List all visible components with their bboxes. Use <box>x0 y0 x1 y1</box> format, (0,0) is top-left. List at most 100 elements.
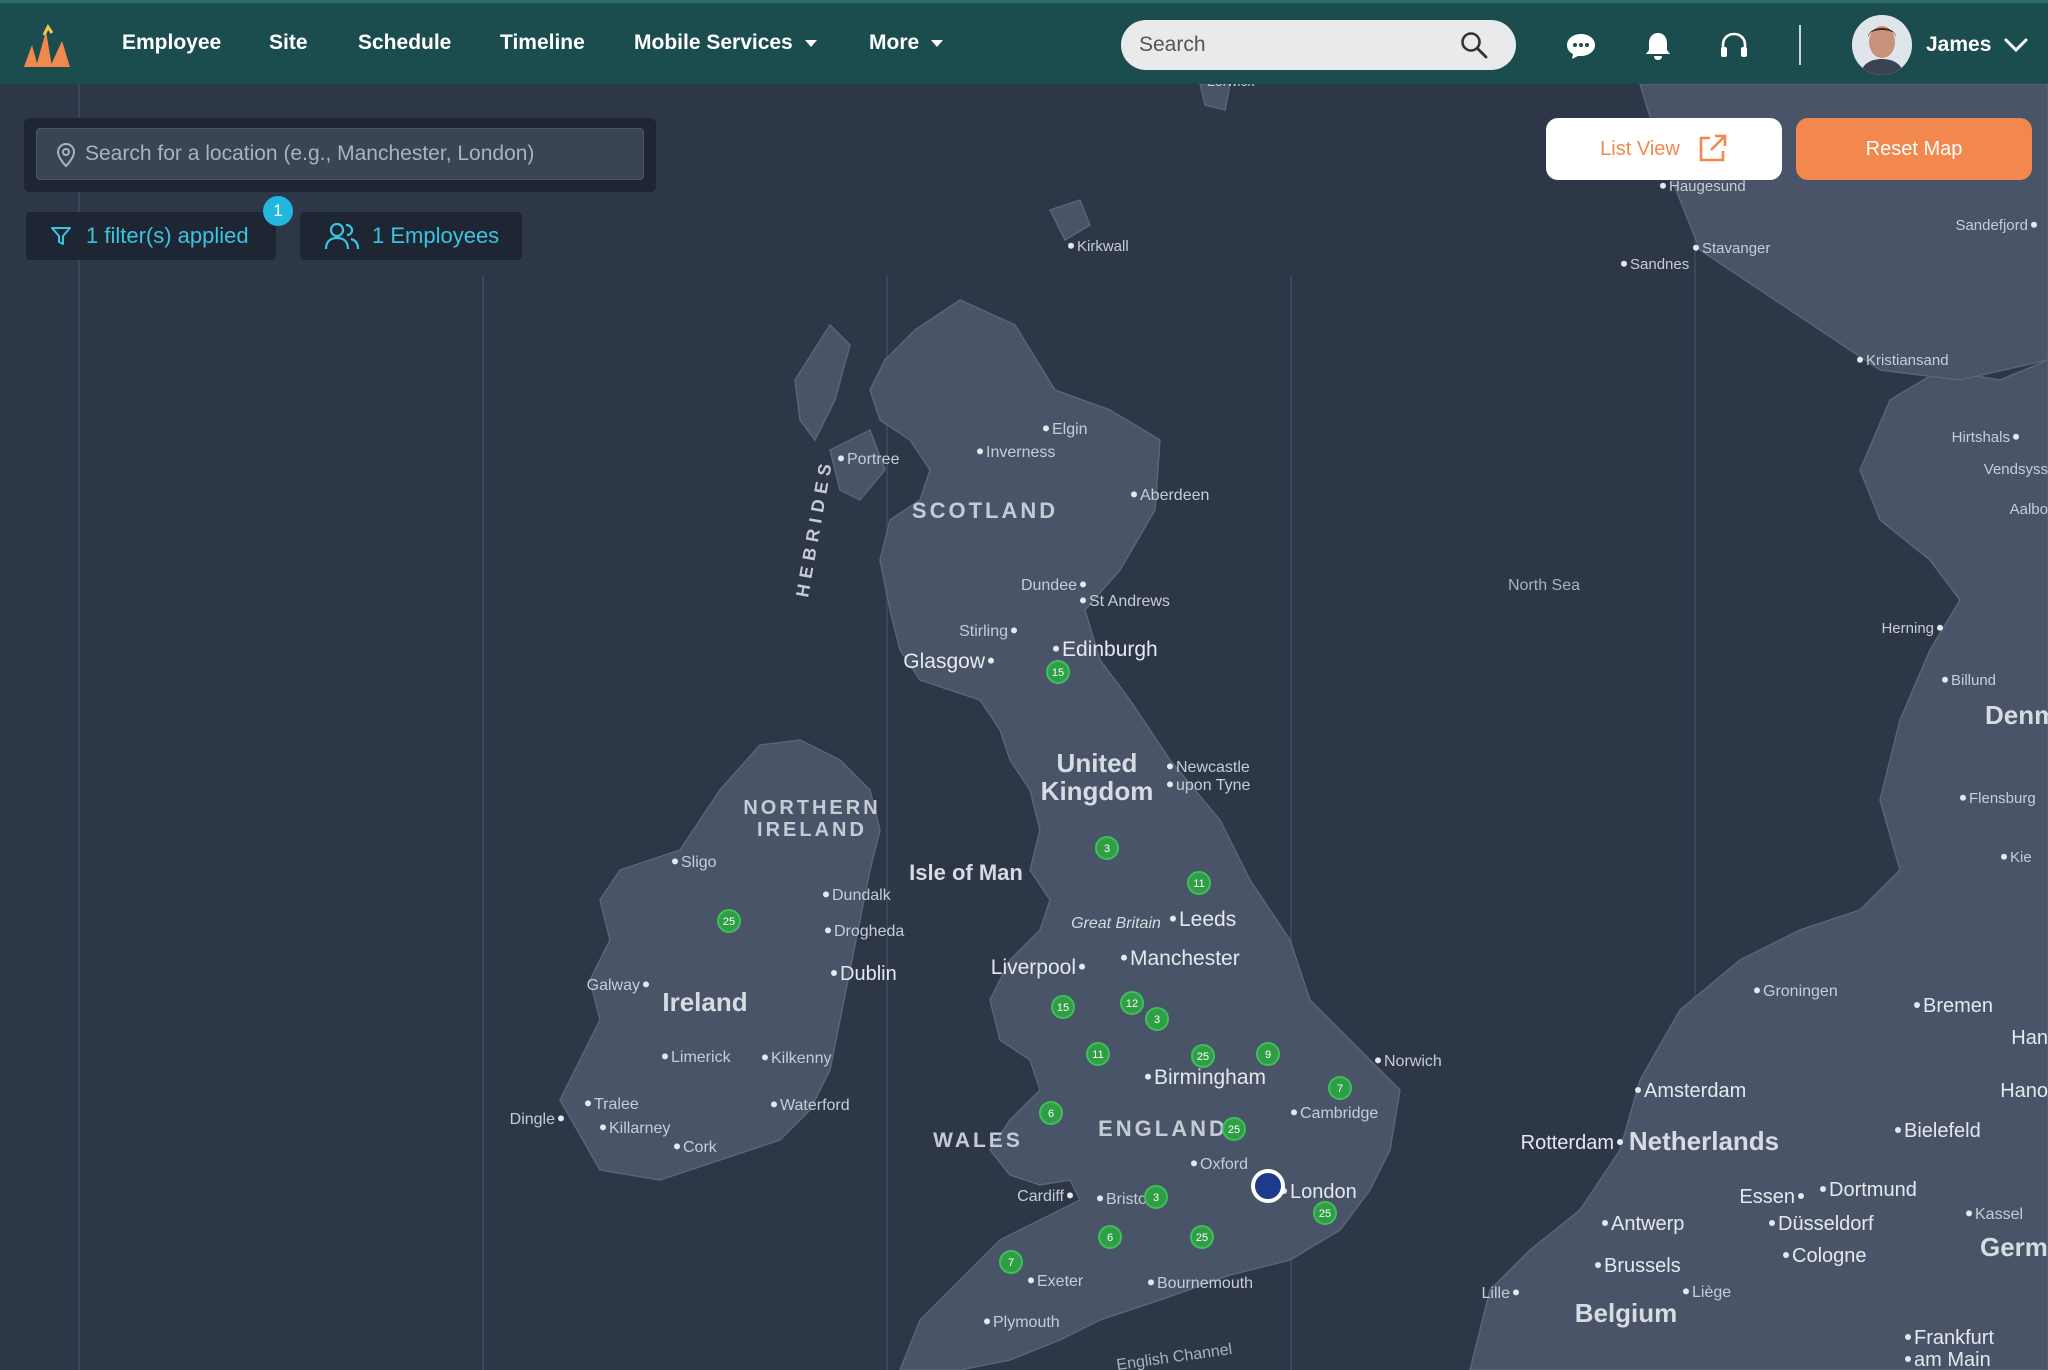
city-label: Exeter <box>1037 1273 1084 1290</box>
app-logo[interactable] <box>22 23 74 69</box>
region-label: IRELAND <box>757 819 867 841</box>
city-label: Cork <box>683 1139 718 1156</box>
city-label: Dortmund <box>1829 1179 1917 1201</box>
city-label: Tralee <box>594 1096 639 1113</box>
city-label: Groningen <box>1763 983 1838 1000</box>
city-label: Cardiff <box>1017 1188 1064 1205</box>
city-dot <box>1942 676 1948 683</box>
city-dot <box>2001 853 2007 860</box>
region-label: WALES <box>933 1129 1023 1152</box>
city-label: am Main <box>1914 1349 1991 1370</box>
employees-count-button[interactable]: 1 Employees <box>300 212 522 260</box>
topbar-divider <box>1799 25 1801 65</box>
filters-applied-label: 1 filter(s) applied <box>86 223 249 248</box>
reset-map-button[interactable]: Reset Map <box>1796 118 2032 180</box>
city-label: Portree <box>847 451 900 468</box>
nav-more[interactable]: More <box>869 31 944 55</box>
city-dot <box>838 455 844 462</box>
nav-schedule[interactable]: Schedule <box>358 31 451 55</box>
cluster-count: 6 <box>1107 1232 1113 1244</box>
country-label: Netherlands <box>1629 1126 1779 1156</box>
city-dot <box>977 448 983 455</box>
city-dot <box>1914 1002 1920 1008</box>
cluster-count: 7 <box>1337 1083 1343 1095</box>
city-label: Galway <box>587 977 640 994</box>
city-label: Frankfurt <box>1914 1327 1994 1349</box>
sea-label: North Sea <box>1508 577 1580 594</box>
city-label: Amsterdam <box>1644 1080 1746 1102</box>
nav-mobile-services[interactable]: Mobile Services <box>634 31 817 55</box>
region-label: SCOTLAND <box>912 498 1058 523</box>
cluster-count: 25 <box>723 916 735 928</box>
search-icon[interactable] <box>1460 31 1488 59</box>
city-dot <box>823 891 829 898</box>
city-dot <box>1145 1073 1151 1080</box>
city-label: Han <box>2011 1027 2048 1049</box>
city-dot <box>1595 1262 1601 1268</box>
nav-employee[interactable]: Employee <box>122 31 221 55</box>
city-label: Bournemouth <box>1157 1275 1253 1292</box>
city-label: St Andrews <box>1089 593 1170 610</box>
city-label: Kassel <box>1975 1206 2023 1223</box>
city-label: Inverness <box>986 444 1055 461</box>
city-dot <box>674 1143 680 1150</box>
city-dot <box>1131 491 1137 498</box>
city-label: Cambridge <box>1300 1105 1378 1122</box>
list-view-label: List View <box>1600 137 1680 160</box>
global-search-input[interactable] <box>1121 20 1516 70</box>
filter-count-badge: 1 <box>263 196 293 226</box>
cluster-count: 6 <box>1048 1108 1054 1120</box>
filters-applied-button[interactable]: 1 filter(s) applied <box>26 212 276 260</box>
place-label: Great Britain <box>1071 915 1161 932</box>
city-dot <box>1028 1277 1034 1284</box>
external-link-icon <box>1699 134 1727 162</box>
city-label: Dublin <box>840 963 897 985</box>
city-dot <box>1080 597 1086 604</box>
selected-location-marker[interactable] <box>1251 1169 1285 1203</box>
city-dot <box>771 1101 777 1108</box>
city-label: Kirkwall <box>1077 238 1129 255</box>
city-label: Plymouth <box>993 1314 1060 1331</box>
city-dot <box>1798 1193 1804 1199</box>
city-dot <box>1167 781 1173 788</box>
city-label: Liverpool <box>991 956 1076 979</box>
country-label: Belgium <box>1575 1298 1678 1328</box>
list-view-button[interactable]: List View <box>1546 118 1782 180</box>
city-label: Sligo <box>681 854 717 871</box>
cluster-count: 15 <box>1052 667 1064 679</box>
city-dot <box>1621 260 1627 267</box>
city-dot <box>1148 1279 1154 1286</box>
city-label: Rotterdam <box>1521 1132 1614 1154</box>
city-dot <box>1121 954 1127 961</box>
nav-timeline[interactable]: Timeline <box>500 31 585 55</box>
city-label: Brussels <box>1604 1255 1681 1277</box>
city-dot <box>1683 1288 1689 1295</box>
city-dot <box>1783 1252 1789 1258</box>
chevron-down-icon[interactable] <box>2003 35 2029 55</box>
city-label: Oxford <box>1200 1156 1248 1173</box>
city-label: Kristiansand <box>1866 352 1949 369</box>
city-dot <box>1375 1057 1381 1064</box>
nav-site[interactable]: Site <box>269 31 308 55</box>
city-dot <box>1097 1195 1103 1202</box>
nav-mobile-services-label: Mobile Services <box>634 31 793 54</box>
top-navigation-bar: Employee Site Schedule Timeline Mobile S… <box>0 0 2048 84</box>
location-search-input[interactable] <box>36 128 644 180</box>
city-dot <box>1937 624 1943 631</box>
city-dot <box>1905 1334 1911 1340</box>
city-label: Lerwick <box>1207 84 1255 89</box>
headset-icon[interactable] <box>1718 30 1750 62</box>
city-dot <box>1693 244 1699 251</box>
city-dot <box>1068 242 1074 249</box>
city-dot <box>643 981 649 988</box>
chat-icon[interactable] <box>1565 30 1597 62</box>
city-label: Glasgow <box>903 650 986 673</box>
bell-icon[interactable] <box>1642 30 1674 62</box>
user-avatar[interactable] <box>1852 15 1912 75</box>
user-name[interactable]: James <box>1926 33 1991 57</box>
map-canvas[interactable]: SCOTLAND NORTHERN IRELAND WALES ENGLAND … <box>0 84 2048 1370</box>
city-label: Elgin <box>1052 421 1088 438</box>
city-dot <box>1043 425 1049 432</box>
city-label: Antwerp <box>1611 1213 1684 1235</box>
city-label: Hano <box>2000 1080 2048 1102</box>
